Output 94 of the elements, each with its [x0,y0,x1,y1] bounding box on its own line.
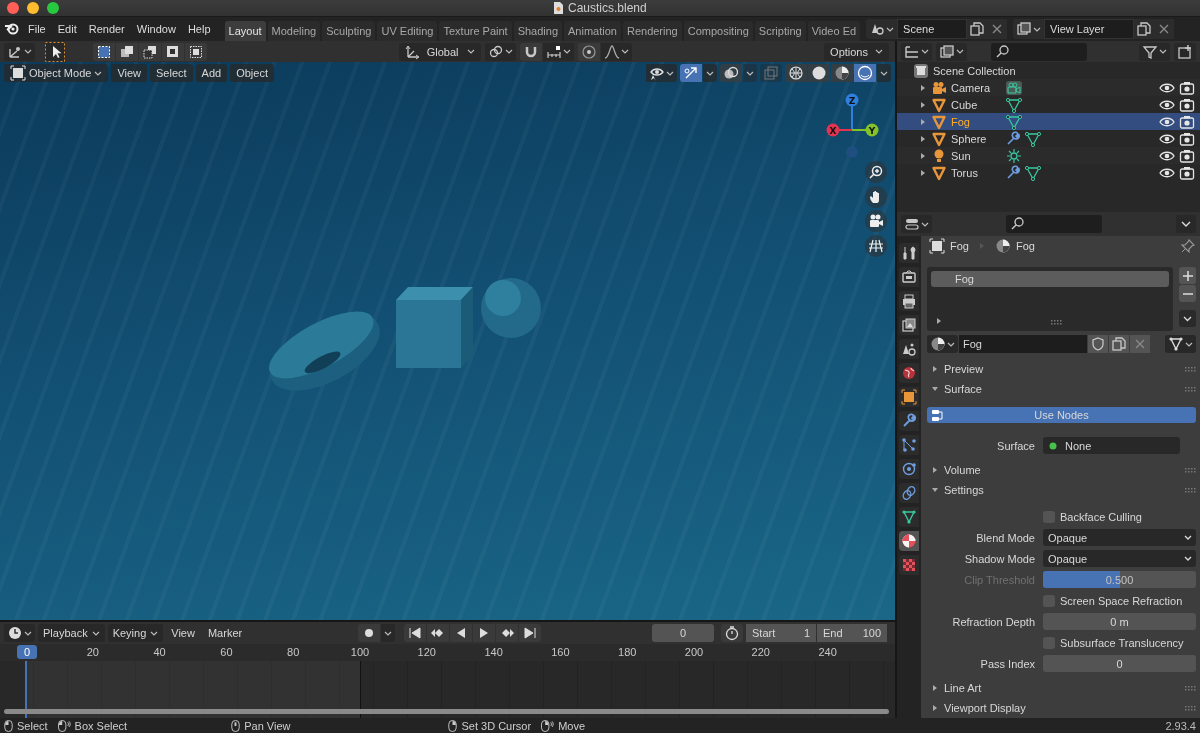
outliner-row[interactable]: Torus [897,164,1200,181]
breadcrumb-item: Fog [1015,240,1035,252]
checkbox-label: Screen Space Refraction [1060,594,1183,607]
menu-button[interactable]: Keying [107,624,164,642]
field-label: Refraction Depth [951,615,1036,628]
frame-tick-label: 120 [417,646,436,658]
name-field[interactable]: View Layer [1044,19,1135,39]
current-frame-field[interactable]: 0 [652,624,714,642]
object-name: Sun [951,149,972,162]
object-name: Cube [951,98,979,111]
field-value: 1 [803,627,810,639]
mode-dropdown[interactable]: Object Mode [4,64,109,82]
outliner-row[interactable]: Sphere [897,130,1200,147]
collection-name[interactable]: Scene Collection [933,64,1016,77]
workspace-tab[interactable]: Shading [513,21,563,41]
breadcrumb-item: Fog [950,240,969,252]
options-dropdown[interactable]: Options [824,42,889,61]
frame-tick-label: 200 [684,646,704,658]
field-label: Pass Index [979,657,1036,670]
field-label: Surface [996,439,1036,452]
field-value: 100 [862,627,881,639]
outliner-row[interactable]: Cube [897,96,1200,113]
number-field[interactable]: 0 [1043,655,1196,672]
workspace-tab[interactable]: Video Ed [807,21,861,41]
frame-tick-label: 180 [618,646,637,658]
hint-label: Pan View [244,719,291,732]
menu-button[interactable]: Object [230,64,274,82]
workspace-tab[interactable]: Scripting [754,21,806,41]
end-frame-field[interactable]: End 100 [817,624,887,642]
object-name: Camera [951,81,992,94]
material-name-field[interactable]: Fog [959,335,1087,353]
shader-link-dropdown[interactable]: None [1043,437,1180,454]
frame-tick-label: 80 [287,646,300,658]
name-field[interactable]: Scene [897,19,968,39]
hint-label: Set 3D Cursor [461,719,532,732]
object-name: Torus [951,166,979,179]
axis-label: Z [848,95,856,106]
panel-title[interactable]: Settings [944,484,1180,496]
frame-tick-label: 160 [551,646,570,658]
axis-label: X [829,125,837,136]
material-slot[interactable]: Fog [931,271,1169,287]
frame-tick-label: 100 [350,646,370,658]
frame-tick-label: 20 [86,646,99,658]
menu-item[interactable]: Help [181,20,217,38]
menu-item[interactable]: Render [82,20,131,38]
field-label: Shadow Mode [963,552,1036,565]
panel-title[interactable]: Line Art [944,682,1180,694]
checkbox-label: Backface Culling [1060,510,1142,523]
use-nodes-button[interactable]: Use Nodes [927,407,1196,423]
frame-tick-label: 240 [818,646,837,658]
frame-tick-label: 40 [153,646,166,658]
menu-button[interactable]: Select [150,64,193,82]
outliner-row[interactable]: Fog [897,113,1200,130]
workspace-tab[interactable]: UV Editing [377,21,438,41]
dropdown[interactable]: Opaque [1043,529,1196,546]
workspace-tab[interactable]: Texture Paint [439,21,512,41]
frame-tick-label: 60 [220,646,233,658]
window-title: Caustics.blend [568,1,647,15]
frame-tick-label: 140 [484,646,503,658]
field-label: End [823,627,843,639]
hint-label: Select [17,719,48,732]
workspace-tab[interactable]: Sculpting [322,21,376,41]
menu-item[interactable]: Window [130,20,182,38]
number-field[interactable]: 0 m [1043,613,1196,630]
hint-label: Box Select [74,719,128,732]
menu-button[interactable]: Marker [202,624,248,642]
menu-button[interactable]: View [166,624,200,642]
menu-button[interactable]: Playback [38,624,105,642]
panel-title[interactable]: Surface [944,383,1180,395]
checkbox-label: Subsurface Translucency [1060,636,1184,649]
menu-button[interactable]: View [111,64,148,82]
frame-tick-label: 220 [751,646,770,658]
field-label: Blend Mode [975,531,1036,544]
workspace-tab[interactable]: Animation [564,21,621,41]
workspace-tab[interactable]: Layout [224,21,266,41]
workspace-tab[interactable]: Rendering [622,21,682,41]
hint-label: Move [558,719,586,732]
workspace-tab[interactable]: Compositing [683,21,753,41]
panel-title[interactable]: Volume [944,464,1180,476]
orientation-dropdown[interactable]: Global [398,42,482,61]
axis-label: Y [868,125,876,136]
field-label: Start [752,627,776,639]
start-frame-field[interactable]: Start 1 [746,624,816,642]
dropdown[interactable]: Opaque [1043,550,1196,567]
panel-title[interactable]: Viewport Display [944,702,1180,714]
menu-button[interactable]: Add [195,64,228,82]
object-name: Sphere [951,132,988,145]
object-name: Fog [951,115,971,128]
workspace-tab[interactable]: Modeling [267,21,321,41]
playhead-frame-badge[interactable]: 0 [17,645,37,659]
panel-title[interactable]: Preview [944,363,1180,375]
menu-item[interactable]: File [22,20,52,38]
version-label: 2.93.4 [1165,719,1196,732]
menu-item[interactable]: Edit [51,20,83,38]
